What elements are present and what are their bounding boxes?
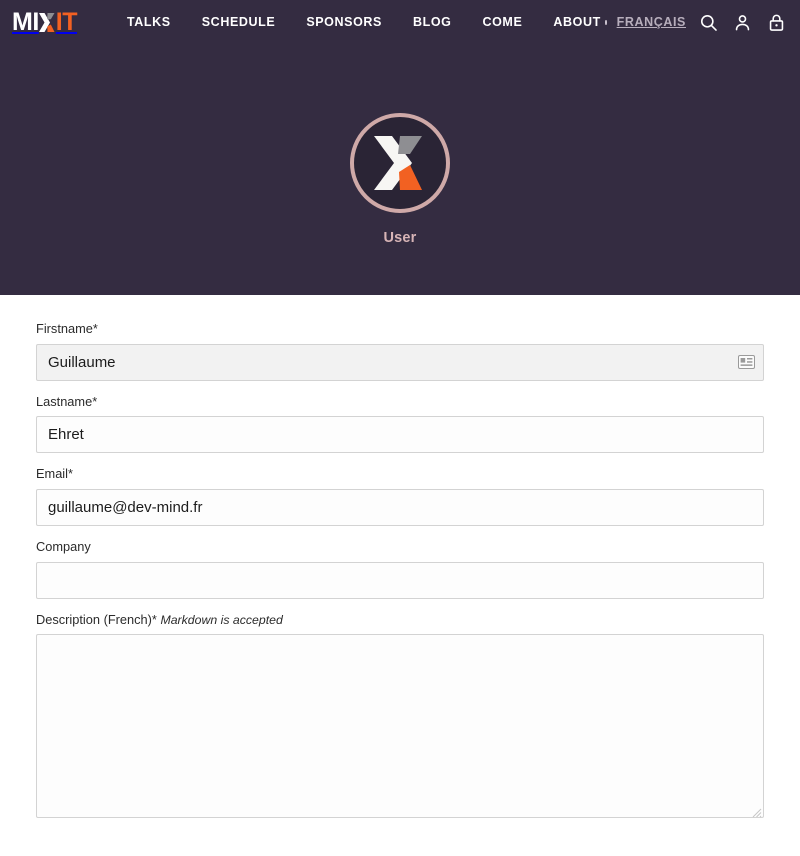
- label-firstname: Firstname*: [36, 321, 764, 338]
- firstname-input[interactable]: [36, 343, 764, 381]
- logo-text-mix: MI: [12, 7, 39, 36]
- site-logo[interactable]: MI IT: [12, 7, 78, 36]
- primary-nav: TALKS SCHEDULE SPONSORS BLOG COME ABOUT: [127, 15, 601, 29]
- label-email-required: *: [68, 466, 73, 482]
- label-lastname-text: Lastname: [36, 393, 93, 409]
- nav-separator-dot: [604, 19, 607, 25]
- field-company: Company: [36, 539, 764, 599]
- user-icon[interactable]: [732, 12, 752, 32]
- site-header: MI IT TALKS SCHEDULE SPONSORS BLOG COME A…: [0, 0, 800, 295]
- label-description-hint: Markdown is accepted: [160, 612, 283, 627]
- logo-x-icon: [38, 12, 56, 32]
- nav-link-sponsors[interactable]: SPONSORS: [306, 15, 382, 29]
- label-description-text: Description (French): [36, 611, 152, 627]
- navbar: MI IT TALKS SCHEDULE SPONSORS BLOG COME A…: [0, 0, 800, 44]
- nav-link-about[interactable]: ABOUT: [553, 15, 600, 29]
- search-icon[interactable]: [698, 12, 718, 32]
- nav-link-talks[interactable]: TALKS: [127, 15, 171, 29]
- mixit-x-logo-icon: [374, 136, 422, 190]
- language-switcher[interactable]: FRANÇAIS: [617, 15, 686, 29]
- field-description-french: Description (French)* Markdown is accept…: [36, 612, 764, 819]
- label-company-text: Company: [36, 538, 91, 554]
- email-input[interactable]: [36, 488, 764, 526]
- profile-name: User: [383, 230, 417, 246]
- label-email: Email*: [36, 466, 764, 483]
- avatar: [350, 113, 450, 213]
- nav-icon-group: [698, 12, 786, 32]
- field-firstname: Firstname*: [36, 321, 764, 381]
- logo-text-it: IT: [55, 7, 78, 36]
- label-company: Company: [36, 539, 764, 556]
- nav-link-come[interactable]: COME: [482, 15, 522, 29]
- nav-link-schedule[interactable]: SCHEDULE: [202, 15, 276, 29]
- profile-header: User: [0, 113, 800, 246]
- user-profile-form: Firstname* Lastname* Email*: [0, 295, 800, 819]
- company-input[interactable]: [36, 561, 764, 599]
- field-lastname: Lastname*: [36, 394, 764, 454]
- label-lastname-required: *: [92, 393, 98, 409]
- field-email: Email*: [36, 466, 764, 526]
- lastname-input[interactable]: [36, 416, 764, 454]
- label-firstname-text: Firstname: [36, 321, 93, 336]
- nav-link-blog[interactable]: BLOG: [413, 15, 452, 29]
- label-description-french: Description (French)* Markdown is accept…: [36, 612, 764, 629]
- label-firstname-required: *: [92, 321, 98, 336]
- label-email-text: Email: [36, 466, 68, 482]
- autofill-contact-card-icon[interactable]: [738, 355, 755, 370]
- label-description-required: *: [151, 611, 157, 627]
- label-lastname: Lastname*: [36, 394, 764, 411]
- description-french-textarea[interactable]: [36, 634, 764, 819]
- lock-icon[interactable]: [766, 12, 786, 32]
